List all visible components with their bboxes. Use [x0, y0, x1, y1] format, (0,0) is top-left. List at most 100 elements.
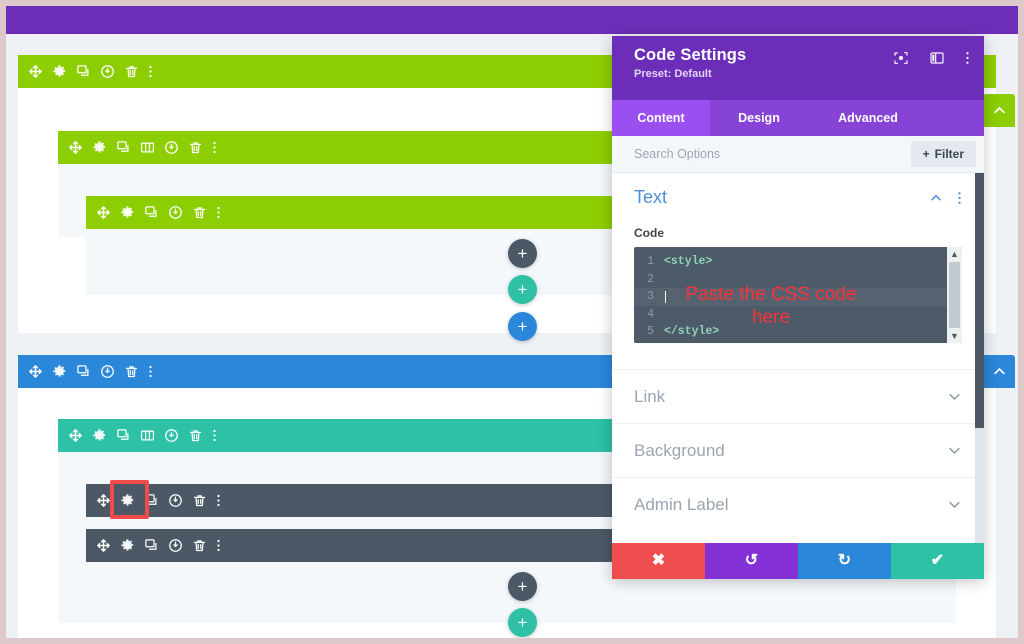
modal-preset-label[interactable]: Preset: Default	[634, 68, 968, 80]
save-to-library-icon[interactable]	[168, 205, 183, 220]
trash-icon[interactable]	[192, 538, 207, 553]
more-options-icon[interactable]	[212, 428, 217, 443]
more-options-icon[interactable]	[148, 364, 153, 379]
trash-icon[interactable]	[188, 428, 203, 443]
more-options-icon[interactable]	[212, 140, 217, 155]
gear-icon[interactable]	[92, 428, 107, 443]
settings-section-background[interactable]: Background	[612, 423, 984, 477]
more-options-icon[interactable]	[965, 50, 970, 66]
panel-layout-icon[interactable]	[929, 50, 945, 66]
duplicate-icon[interactable]	[144, 205, 159, 220]
columns-icon[interactable]	[140, 428, 155, 443]
code-line: 2	[634, 271, 962, 289]
collapse-toggle-hero[interactable]	[983, 94, 1015, 127]
modal-body[interactable]: Text Code 1 <style>	[612, 173, 984, 579]
module-bar-custom-css-icons	[96, 493, 221, 508]
code-line-active: 3	[634, 288, 962, 306]
cancel-button[interactable]: ✖	[612, 543, 705, 579]
modal-header: Code Settings Preset: Default	[612, 36, 984, 100]
move-icon[interactable]	[28, 64, 43, 79]
row-bar-blog-icons	[68, 428, 217, 443]
settings-section-admin-label[interactable]: Admin Label	[612, 477, 984, 531]
duplicate-icon[interactable]	[144, 538, 159, 553]
save-to-library-icon[interactable]	[100, 64, 115, 79]
line-number: 2	[634, 273, 664, 286]
line-text: </style>	[664, 325, 719, 338]
move-icon[interactable]	[28, 364, 43, 379]
chevron-up-icon[interactable]	[929, 191, 943, 205]
code-editor[interactable]: 1 <style> 2 3	[634, 247, 962, 343]
move-icon[interactable]	[96, 538, 111, 553]
more-options-icon[interactable]	[148, 64, 153, 79]
gear-icon[interactable]	[52, 364, 67, 379]
tab-design[interactable]: Design	[710, 100, 808, 136]
scrollbar-thumb[interactable]	[949, 262, 960, 328]
move-icon[interactable]	[96, 493, 111, 508]
chevron-down-icon	[947, 443, 962, 458]
module-bar-blog-icons	[96, 538, 221, 553]
duplicate-icon[interactable]	[76, 64, 91, 79]
collapse-toggle-blog[interactable]	[983, 355, 1015, 388]
modal-scrollbar-thumb[interactable]	[975, 173, 984, 428]
save-to-library-icon[interactable]	[168, 493, 183, 508]
gear-icon[interactable]	[52, 64, 67, 79]
add-row-button-blog[interactable]: +	[508, 608, 537, 637]
redo-button[interactable]: ↻	[798, 543, 891, 579]
more-options-icon[interactable]	[216, 205, 221, 220]
save-to-library-icon[interactable]	[100, 364, 115, 379]
line-number: 1	[634, 255, 664, 268]
move-icon[interactable]	[96, 205, 111, 220]
modal-footer: ✖ ↺ ↻ ✔	[612, 543, 984, 579]
settings-section-link-title: Link	[634, 387, 665, 407]
settings-section-text-header[interactable]: Text	[634, 187, 962, 208]
save-to-library-icon[interactable]	[168, 538, 183, 553]
focus-mode-icon[interactable]	[893, 50, 909, 66]
scroll-up-arrow-icon[interactable]: ▲	[950, 247, 959, 261]
modal-scrollbar[interactable]	[975, 173, 984, 579]
save-button[interactable]: ✔	[891, 543, 984, 579]
filter-button-label: Filter	[935, 147, 964, 161]
duplicate-icon[interactable]	[76, 364, 91, 379]
add-section-button-hero[interactable]: +	[508, 312, 537, 341]
code-editor-scrollbar[interactable]: ▲ ▼	[947, 247, 962, 343]
settings-section-text-title: Text	[634, 187, 667, 208]
gear-icon[interactable]	[120, 205, 135, 220]
add-module-button-blog[interactable]: +	[508, 572, 537, 601]
code-field-label: Code	[634, 226, 962, 240]
gear-icon[interactable]	[92, 140, 107, 155]
add-module-button-hero[interactable]: +	[508, 239, 537, 268]
move-icon[interactable]	[68, 428, 83, 443]
filter-button[interactable]: + Filter	[911, 141, 976, 167]
add-row-button-hero[interactable]: +	[508, 275, 537, 304]
duplicate-icon[interactable]	[144, 493, 159, 508]
modal-tabs: Content Design Advanced	[612, 100, 984, 136]
more-options-icon[interactable]	[216, 493, 221, 508]
settings-section-admin-label-title: Admin Label	[634, 495, 729, 515]
trash-icon[interactable]	[124, 64, 139, 79]
save-to-library-icon[interactable]	[164, 140, 179, 155]
line-number: 3	[634, 290, 664, 303]
tab-content[interactable]: Content	[612, 100, 710, 136]
trash-icon[interactable]	[188, 140, 203, 155]
save-to-library-icon[interactable]	[164, 428, 179, 443]
trash-icon[interactable]	[192, 493, 207, 508]
chevron-down-icon	[947, 497, 962, 512]
undo-button[interactable]: ↺	[705, 543, 798, 579]
more-options-icon[interactable]	[216, 538, 221, 553]
columns-icon[interactable]	[140, 140, 155, 155]
duplicate-icon[interactable]	[116, 428, 131, 443]
gear-icon[interactable]	[120, 538, 135, 553]
search-input[interactable]	[634, 147, 911, 161]
gear-icon[interactable]	[120, 493, 135, 508]
move-icon[interactable]	[68, 140, 83, 155]
line-number: 5	[634, 325, 664, 338]
more-options-icon[interactable]	[957, 190, 962, 206]
close-icon: ✖	[652, 553, 665, 569]
line-number: 4	[634, 308, 664, 321]
settings-section-link[interactable]: Link	[612, 369, 984, 423]
tab-advanced[interactable]: Advanced	[808, 100, 928, 136]
trash-icon[interactable]	[192, 205, 207, 220]
duplicate-icon[interactable]	[116, 140, 131, 155]
trash-icon[interactable]	[124, 364, 139, 379]
scroll-down-arrow-icon[interactable]: ▼	[950, 329, 959, 343]
